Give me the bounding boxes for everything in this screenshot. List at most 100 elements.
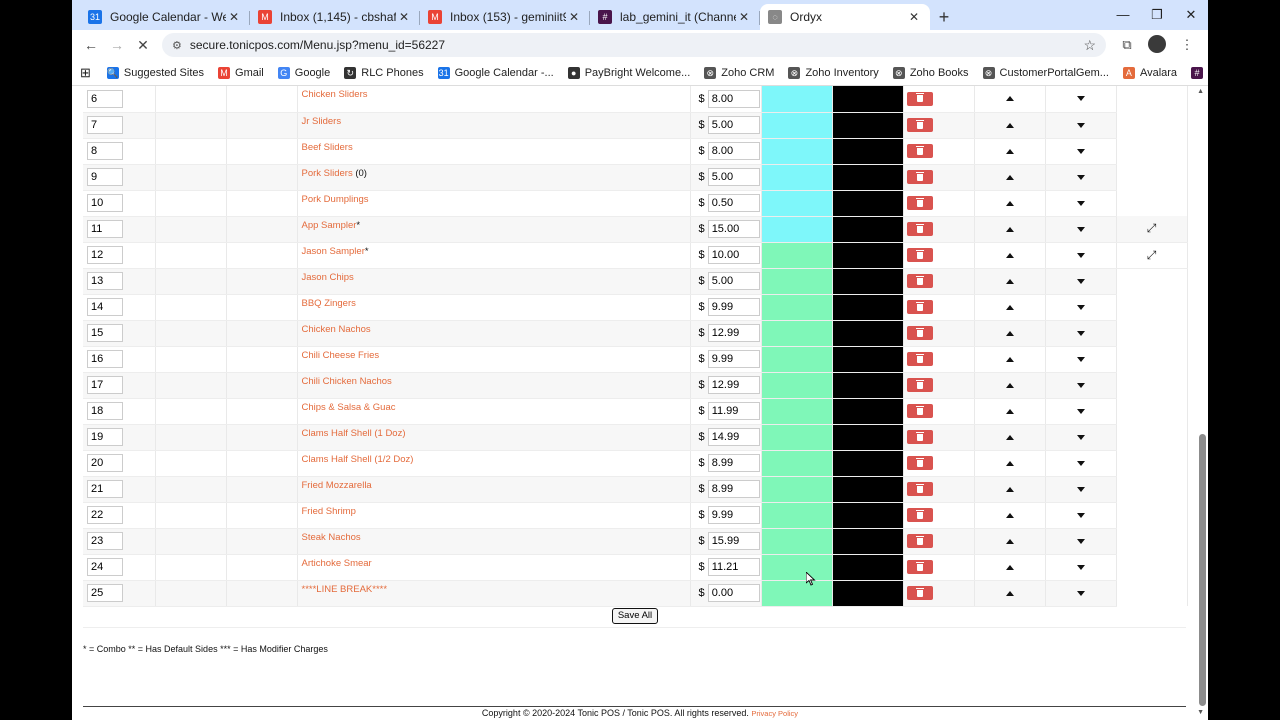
price-input[interactable] <box>707 402 760 420</box>
sort-order-input[interactable] <box>87 532 123 550</box>
bookmark-star-icon[interactable]: ☆ <box>1083 37 1096 54</box>
arrow-up-icon[interactable] <box>1005 252 1014 258</box>
text-color-swatch[interactable] <box>832 554 904 581</box>
arrow-down-icon[interactable] <box>1076 408 1085 414</box>
apps-icon[interactable]: ⊞ <box>80 65 91 81</box>
arrow-up-icon[interactable] <box>1005 512 1014 518</box>
item-name-link[interactable]: Chicken Sliders <box>302 89 368 100</box>
arrow-up-icon[interactable] <box>1005 564 1014 570</box>
price-input[interactable] <box>707 350 760 368</box>
sort-order-input[interactable] <box>87 376 123 394</box>
button-color-swatch[interactable] <box>761 86 833 113</box>
arrow-down-icon[interactable] <box>1076 122 1085 128</box>
text-color-swatch[interactable] <box>832 164 904 191</box>
delete-button[interactable] <box>906 274 933 288</box>
arrow-down-icon[interactable] <box>1076 330 1085 336</box>
arrow-up-icon[interactable] <box>1005 486 1014 492</box>
url-text[interactable]: secure.tonicpos.com/Menu.jsp?menu_id=562… <box>190 38 1084 52</box>
site-info-icon[interactable]: ⚙ <box>172 39 182 52</box>
text-color-swatch[interactable] <box>832 528 904 555</box>
button-color-swatch[interactable] <box>761 346 833 373</box>
text-color-swatch[interactable] <box>832 346 904 373</box>
button-color-swatch[interactable] <box>761 138 833 165</box>
button-color-swatch[interactable] <box>761 476 833 503</box>
button-color-swatch[interactable] <box>761 190 833 217</box>
delete-button[interactable] <box>906 248 933 262</box>
more-menu-icon[interactable]: ⋮ <box>1172 37 1202 53</box>
delete-button[interactable] <box>906 430 933 444</box>
button-color-swatch[interactable] <box>761 502 833 529</box>
price-input[interactable] <box>707 324 760 342</box>
text-color-swatch[interactable] <box>832 502 904 529</box>
text-color-swatch[interactable] <box>832 450 904 477</box>
scroll-thumb[interactable] <box>1199 434 1206 706</box>
expand-icon[interactable]: ⤢ <box>1147 221 1157 235</box>
tab-close-icon[interactable]: ✕ <box>736 10 752 24</box>
arrow-down-icon[interactable] <box>1076 538 1085 544</box>
button-color-swatch[interactable] <box>761 554 833 581</box>
delete-button[interactable] <box>906 560 933 574</box>
arrow-up-icon[interactable] <box>1005 148 1014 154</box>
sort-order-input[interactable] <box>87 272 123 290</box>
arrow-up-icon[interactable] <box>1005 434 1014 440</box>
item-name-link[interactable]: Jason Chips <box>302 272 354 283</box>
sort-order-input[interactable] <box>87 428 123 446</box>
item-name-link[interactable]: Jr Sliders <box>302 116 342 127</box>
new-tab-button[interactable]: + <box>930 4 958 30</box>
delete-button[interactable] <box>906 404 933 418</box>
arrow-up-icon[interactable] <box>1005 304 1014 310</box>
bookmark-item[interactable]: ↻ RLC Phones <box>344 66 424 79</box>
button-color-swatch[interactable] <box>761 450 833 477</box>
sort-order-input[interactable] <box>87 558 123 576</box>
tab-close-icon[interactable]: ✕ <box>906 10 922 24</box>
sort-order-input[interactable] <box>87 350 123 368</box>
text-color-swatch[interactable] <box>832 138 904 165</box>
price-input[interactable] <box>707 480 760 498</box>
price-input[interactable] <box>707 532 760 550</box>
text-color-swatch[interactable] <box>832 216 904 243</box>
price-input[interactable] <box>707 454 760 472</box>
item-name-link[interactable]: Pork Dumplings <box>302 194 369 205</box>
back-button[interactable]: ← <box>78 37 104 53</box>
item-name-link[interactable]: Chicken Nachos <box>302 324 371 335</box>
delete-button[interactable] <box>906 326 933 340</box>
sort-order-input[interactable] <box>87 168 123 186</box>
arrow-up-icon[interactable] <box>1005 96 1014 102</box>
save-all-button[interactable]: Save All <box>612 608 658 624</box>
cast-icon[interactable]: ⧉ <box>1112 37 1142 53</box>
sort-order-input[interactable] <box>87 116 123 134</box>
item-name-link[interactable]: App Sampler <box>302 220 357 231</box>
restore-button[interactable]: ❐ <box>1140 0 1174 30</box>
button-color-swatch[interactable] <box>761 398 833 425</box>
button-color-swatch[interactable] <box>761 242 833 269</box>
price-input[interactable] <box>707 428 760 446</box>
delete-button[interactable] <box>906 482 933 496</box>
arrow-up-icon[interactable] <box>1005 330 1014 336</box>
sort-order-input[interactable] <box>87 584 123 602</box>
browser-tab[interactable]: ◌ Ordyx ✕ <box>760 4 930 30</box>
arrow-down-icon[interactable] <box>1076 252 1085 258</box>
arrow-up-icon[interactable] <box>1005 278 1014 284</box>
arrow-up-icon[interactable] <box>1005 538 1014 544</box>
price-input[interactable] <box>707 584 760 602</box>
arrow-down-icon[interactable] <box>1076 226 1085 232</box>
browser-tab[interactable]: # lab_gemini_it (Channel) - gemi✕ <box>590 4 760 30</box>
bookmark-item[interactable]: 🔍 Suggested Sites <box>106 66 204 79</box>
item-name-link[interactable]: Beef Sliders <box>302 142 353 153</box>
item-name-link[interactable]: Jason Sampler <box>302 246 365 257</box>
text-color-swatch[interactable] <box>832 242 904 269</box>
arrow-down-icon[interactable] <box>1076 512 1085 518</box>
privacy-policy-link[interactable]: Privacy Policy <box>751 709 798 718</box>
arrow-up-icon[interactable] <box>1005 460 1014 466</box>
text-color-swatch[interactable] <box>832 476 904 503</box>
price-input[interactable] <box>707 272 760 290</box>
arrow-up-icon[interactable] <box>1005 408 1014 414</box>
arrow-down-icon[interactable] <box>1076 148 1085 154</box>
arrow-up-icon[interactable] <box>1005 174 1014 180</box>
arrow-down-icon[interactable] <box>1076 304 1085 310</box>
delete-button[interactable] <box>906 91 933 106</box>
forward-button[interactable]: → <box>104 37 130 53</box>
arrow-up-icon[interactable] <box>1005 122 1014 128</box>
button-color-swatch[interactable] <box>761 268 833 295</box>
price-input[interactable] <box>707 246 760 264</box>
